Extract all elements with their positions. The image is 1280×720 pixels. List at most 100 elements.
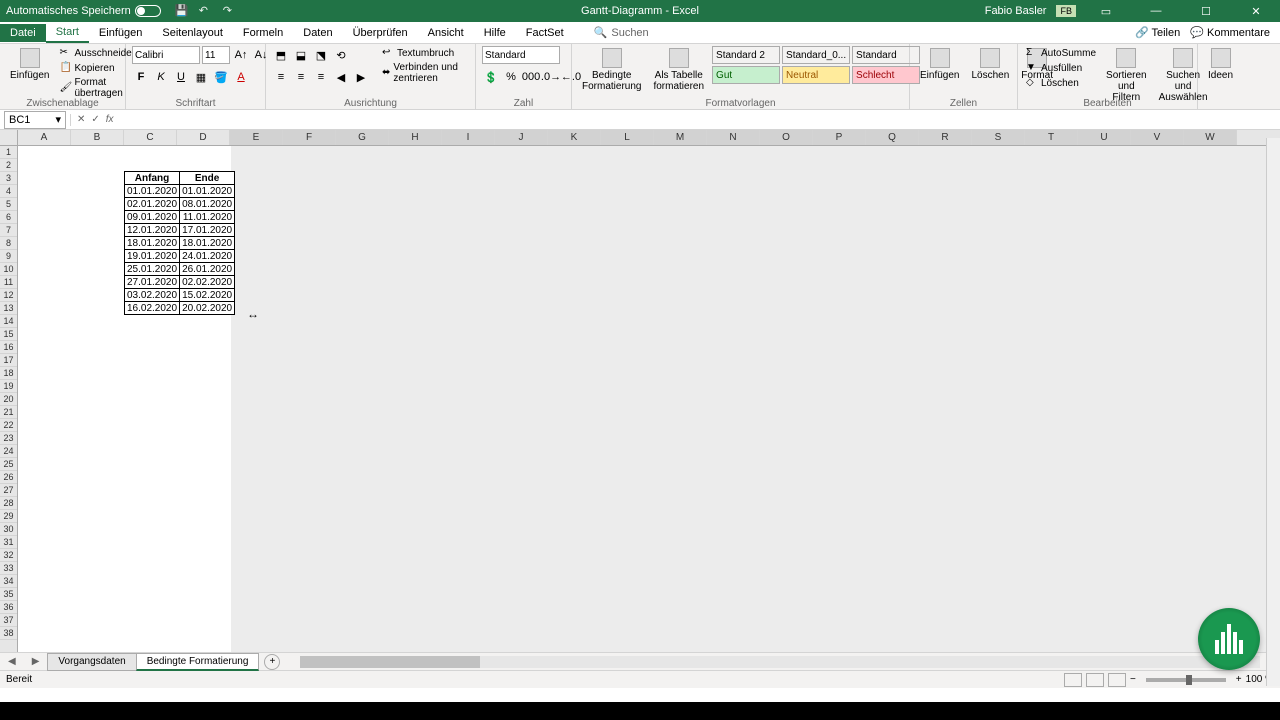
row-header[interactable]: 14: [0, 315, 17, 328]
row-header[interactable]: 27: [0, 484, 17, 497]
accept-formula-icon[interactable]: ✓: [91, 114, 99, 125]
cell-style-neutral[interactable]: Neutral: [782, 66, 850, 84]
data-cell[interactable]: 27.01.2020: [125, 276, 180, 289]
row-header[interactable]: 23: [0, 432, 17, 445]
user-name[interactable]: Fabio Basler: [985, 5, 1047, 17]
row-header[interactable]: 33: [0, 562, 17, 575]
tab-start[interactable]: Start: [46, 23, 89, 43]
vertical-scrollbar[interactable]: [1266, 138, 1280, 686]
autosave-toggle[interactable]: Automatisches Speichern: [0, 5, 167, 17]
indent-dec-icon[interactable]: ◀: [332, 68, 350, 86]
tab-factset[interactable]: FactSet: [516, 24, 574, 42]
save-icon[interactable]: 💾: [175, 4, 189, 18]
row-header[interactable]: 8: [0, 237, 17, 250]
row-header[interactable]: 35: [0, 588, 17, 601]
sheet-tab[interactable]: Bedingte Formatierung: [136, 653, 260, 671]
cell-style-good[interactable]: Gut: [712, 66, 780, 84]
clear-button[interactable]: ◇Löschen: [1024, 76, 1098, 90]
paste-button[interactable]: Einfügen: [6, 46, 53, 83]
tab-hilfe[interactable]: Hilfe: [474, 24, 516, 42]
row-header[interactable]: 20: [0, 393, 17, 406]
undo-icon[interactable]: ↶: [199, 4, 213, 18]
formula-input[interactable]: [120, 114, 1274, 126]
maximize-icon[interactable]: ☐: [1186, 0, 1226, 22]
row-header[interactable]: 12: [0, 289, 17, 302]
column-header[interactable]: Q: [866, 130, 919, 145]
merge-center-button[interactable]: ⬌Verbinden und zentrieren: [380, 61, 469, 85]
table-header-ende[interactable]: Ende: [180, 172, 235, 185]
row-header[interactable]: 4: [0, 185, 17, 198]
row-header[interactable]: 30: [0, 523, 17, 536]
column-header[interactable]: O: [760, 130, 813, 145]
data-cell[interactable]: 18.01.2020: [125, 237, 180, 250]
thousands-icon[interactable]: 000: [522, 68, 540, 86]
indent-inc-icon[interactable]: ▶: [352, 68, 370, 86]
tab-formeln[interactable]: Formeln: [233, 24, 293, 42]
insert-cells-button[interactable]: Einfügen: [916, 46, 963, 83]
row-header[interactable]: 37: [0, 614, 17, 627]
font-size-select[interactable]: [202, 46, 230, 64]
horizontal-scrollbar[interactable]: [300, 656, 1260, 668]
zoom-slider[interactable]: [1146, 678, 1226, 682]
align-top-icon[interactable]: ⬒: [272, 46, 290, 64]
data-cell[interactable]: 01.01.2020: [125, 185, 180, 198]
table-header-anfang[interactable]: Anfang: [125, 172, 180, 185]
sheet-nav-next-icon[interactable]: ▶: [24, 656, 48, 667]
sheet-nav-prev-icon[interactable]: ◀: [0, 656, 24, 667]
row-header[interactable]: 17: [0, 354, 17, 367]
align-bottom-icon[interactable]: ⬔: [312, 46, 330, 64]
percent-icon[interactable]: %: [502, 68, 520, 86]
cell-style-std0[interactable]: Standard_0...: [782, 46, 850, 64]
number-format-select[interactable]: [482, 46, 560, 64]
underline-button[interactable]: U: [172, 68, 190, 86]
dec-inc-icon[interactable]: .0→: [542, 68, 560, 86]
fill-button[interactable]: ▼Ausfüllen: [1024, 61, 1098, 75]
column-header[interactable]: S: [972, 130, 1025, 145]
redo-icon[interactable]: ↷: [223, 4, 237, 18]
column-header[interactable]: T: [1025, 130, 1078, 145]
orientation-icon[interactable]: ⟲: [332, 46, 350, 64]
font-name-select[interactable]: [132, 46, 200, 64]
view-pagebreak-icon[interactable]: [1108, 673, 1126, 687]
data-cell[interactable]: 25.01.2020: [125, 263, 180, 276]
add-sheet-button[interactable]: +: [264, 654, 280, 670]
select-all-corner[interactable]: [0, 130, 18, 145]
row-header[interactable]: 24: [0, 445, 17, 458]
column-header[interactable]: D: [177, 130, 230, 145]
font-color-button[interactable]: A: [232, 68, 250, 86]
column-header[interactable]: W: [1184, 130, 1237, 145]
border-button[interactable]: ▦: [192, 68, 210, 86]
column-header[interactable]: L: [601, 130, 654, 145]
data-cell[interactable]: 16.02.2020: [125, 302, 180, 315]
column-header[interactable]: B: [71, 130, 124, 145]
column-header[interactable]: U: [1078, 130, 1131, 145]
column-header[interactable]: N: [707, 130, 760, 145]
row-header[interactable]: 31: [0, 536, 17, 549]
column-header[interactable]: R: [919, 130, 972, 145]
row-header[interactable]: 2: [0, 159, 17, 172]
ideas-button[interactable]: Ideen: [1204, 46, 1237, 83]
data-cell[interactable]: 08.01.2020: [180, 198, 235, 211]
column-header[interactable]: C: [124, 130, 177, 145]
row-header[interactable]: 5: [0, 198, 17, 211]
comments-button[interactable]: 💬 Kommentare: [1190, 26, 1270, 39]
row-header[interactable]: 26: [0, 471, 17, 484]
data-cell[interactable]: 11.01.2020: [180, 211, 235, 224]
column-header[interactable]: A: [18, 130, 71, 145]
minimize-icon[interactable]: —: [1136, 0, 1176, 22]
user-avatar[interactable]: FB: [1056, 5, 1076, 17]
tab-seitenlayout[interactable]: Seitenlayout: [152, 24, 233, 42]
row-header[interactable]: 29: [0, 510, 17, 523]
conditional-format-button[interactable]: Bedingte Formatierung: [578, 46, 645, 94]
data-cell[interactable]: 12.01.2020: [125, 224, 180, 237]
align-center-icon[interactable]: ≡: [292, 68, 310, 86]
bold-button[interactable]: F: [132, 68, 150, 86]
column-header[interactable]: G: [336, 130, 389, 145]
row-header[interactable]: 28: [0, 497, 17, 510]
view-layout-icon[interactable]: [1086, 673, 1104, 687]
column-header[interactable]: J: [495, 130, 548, 145]
column-header[interactable]: I: [442, 130, 495, 145]
toggle-switch-icon[interactable]: [135, 5, 161, 17]
row-header[interactable]: 13: [0, 302, 17, 315]
tab-überprüfen[interactable]: Überprüfen: [343, 24, 418, 42]
